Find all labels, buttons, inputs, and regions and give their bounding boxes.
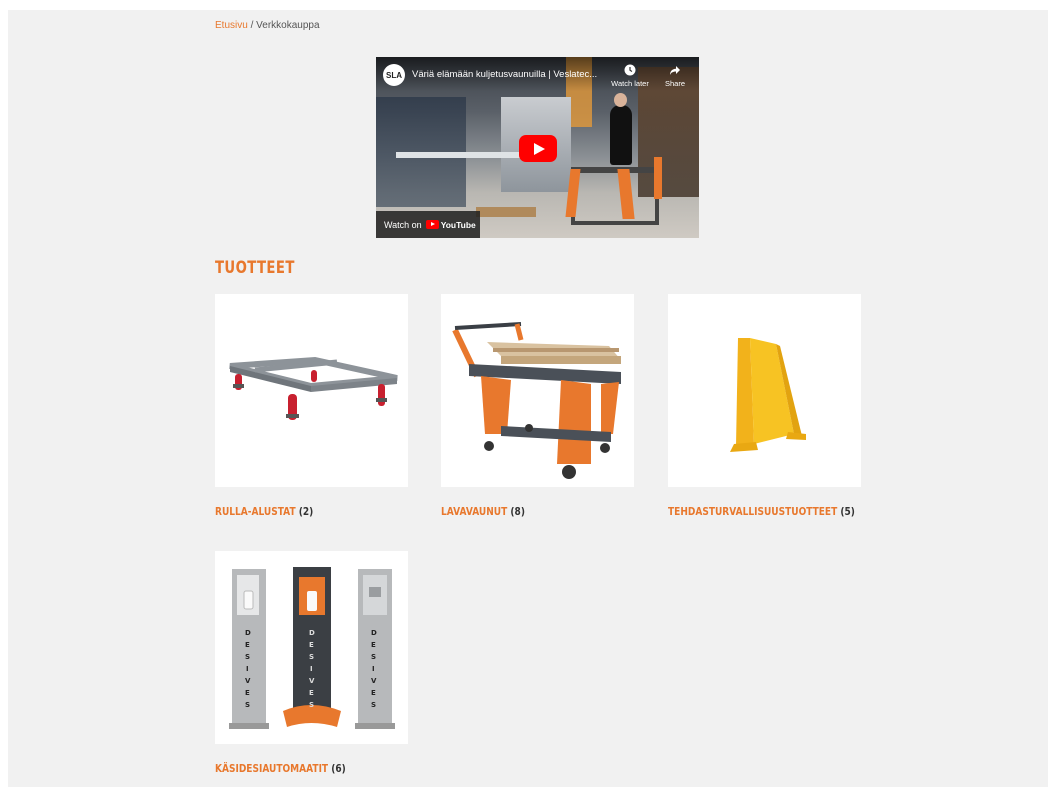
svg-text:S: S — [371, 701, 376, 709]
svg-text:V: V — [245, 677, 251, 685]
product-count: (6) — [331, 762, 346, 775]
product-card-kasidesiautomaatit: DESIVES DESIVES DESIVES KÄSIDESIAUTOMAAT… — [215, 551, 408, 775]
hand-sanitizer-stations-image[interactable]: DESIVES DESIVES DESIVES — [215, 551, 408, 744]
product-count: (5) — [840, 505, 855, 518]
clock-icon — [624, 64, 636, 76]
video-thumbnail-cart — [571, 167, 659, 225]
svg-text:I: I — [372, 665, 375, 673]
svg-text:E: E — [371, 689, 376, 697]
svg-text:E: E — [309, 689, 314, 697]
breadcrumb-separator: / — [247, 20, 257, 31]
svg-text:E: E — [245, 689, 250, 697]
product-label: TEHDASTURVALLISUUSTUOTTEET (5) — [668, 505, 855, 518]
svg-text:D: D — [309, 629, 315, 637]
product-count: (8) — [510, 505, 525, 518]
product-link[interactable]: RULLA-ALUSTAT — [215, 505, 296, 518]
youtube-logo-text: YouTube — [440, 219, 476, 230]
youtube-video-embed[interactable]: SLA Väriä elämään kuljetusvaunuilla | Ve… — [376, 57, 699, 238]
svg-text:I: I — [246, 665, 249, 673]
channel-logo-icon[interactable]: SLA — [383, 64, 405, 86]
product-link[interactable]: KÄSIDESIAUTOMAATIT — [215, 762, 328, 775]
watch-on-youtube-button[interactable]: Watch on YouTube — [376, 211, 480, 238]
svg-text:E: E — [245, 641, 250, 649]
svg-text:S: S — [309, 701, 314, 709]
svg-text:S: S — [245, 701, 250, 709]
safety-barrier-image[interactable] — [668, 294, 861, 487]
svg-text:D: D — [371, 629, 377, 637]
svg-text:S: S — [309, 653, 314, 661]
video-thumbnail-pallet — [476, 207, 536, 217]
product-link[interactable]: LAVAVAUNUT — [441, 505, 507, 518]
roller-base-image[interactable] — [215, 294, 408, 487]
svg-text:E: E — [309, 641, 314, 649]
product-card-rulla-alustat: RULLA-ALUSTAT (2) — [215, 294, 408, 518]
svg-text:S: S — [371, 653, 376, 661]
play-icon[interactable] — [519, 135, 557, 162]
pallet-trolley-image[interactable] — [441, 294, 634, 487]
page-content: Etusivu / Verkkokauppa SLA Väriä elämään… — [8, 10, 1048, 787]
svg-text:S: S — [245, 653, 250, 661]
watch-on-label: Watch on — [384, 219, 422, 230]
product-card-lavavaunut: LAVAVAUNUT (8) — [441, 294, 634, 518]
share-arrow-icon — [670, 66, 680, 75]
section-title: TUOTTEET — [215, 258, 295, 278]
breadcrumb-current: Verkkokauppa — [256, 20, 320, 31]
svg-text:V: V — [371, 677, 377, 685]
product-card-tehdasturvallisuustuotteet: TEHDASTURVALLISUUSTUOTTEET (5) — [668, 294, 861, 518]
watch-later-button[interactable]: Watch later — [609, 64, 651, 88]
svg-text:E: E — [371, 641, 376, 649]
video-title[interactable]: Väriä elämään kuljetusvaunuilla | Veslat… — [412, 69, 607, 80]
svg-text:V: V — [309, 677, 315, 685]
video-thumbnail-person-head — [614, 93, 627, 107]
product-label: RULLA-ALUSTAT (2) — [215, 505, 313, 518]
svg-text:I: I — [310, 665, 313, 673]
video-thumbnail-bench — [396, 152, 536, 158]
youtube-logo-icon: YouTube — [425, 219, 476, 230]
product-link[interactable]: TEHDASTURVALLISUUSTUOTTEET — [668, 505, 837, 518]
product-label: KÄSIDESIAUTOMAATIT (6) — [215, 762, 346, 775]
product-label: LAVAVAUNUT (8) — [441, 505, 525, 518]
video-thumbnail-cart-leg — [654, 157, 662, 199]
watch-later-label: Watch later — [611, 79, 649, 88]
svg-text:D: D — [245, 629, 251, 637]
product-count: (2) — [298, 505, 314, 518]
share-button[interactable]: Share — [658, 64, 692, 88]
breadcrumb-home-link[interactable]: Etusivu — [215, 20, 248, 31]
share-label: Share — [664, 79, 685, 88]
video-thumbnail-person — [610, 105, 632, 165]
breadcrumb: Etusivu / Verkkokauppa — [215, 20, 320, 31]
